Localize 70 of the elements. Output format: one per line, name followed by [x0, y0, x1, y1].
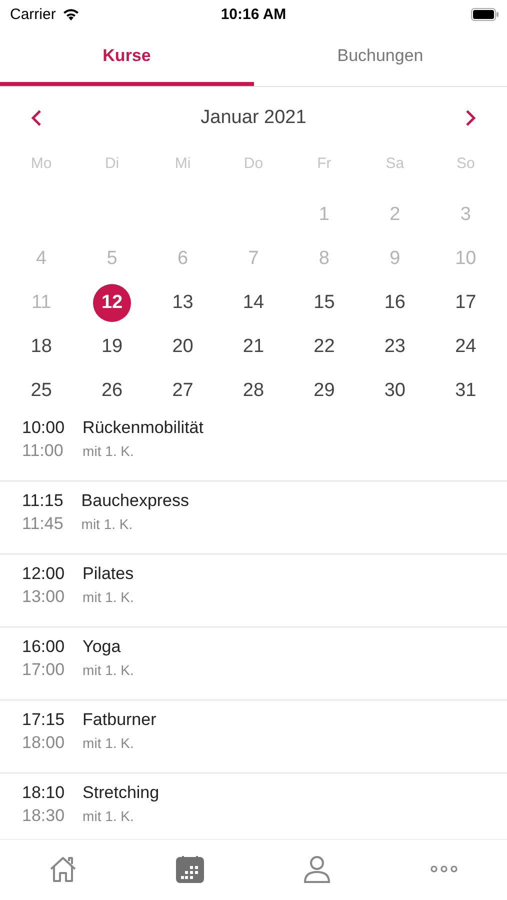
end-time: 17:00 [22, 660, 65, 680]
calendar-day[interactable]: 21 [234, 328, 272, 366]
start-time: 16:00 [22, 637, 65, 657]
calendar-day[interactable]: 31 [446, 372, 485, 410]
month-title: Januar 2021 [200, 107, 306, 129]
course-title: Bauchexpress [81, 491, 190, 511]
course-title: Stretching [82, 783, 160, 803]
segment-tab[interactable]: Kurse [0, 28, 254, 86]
start-time: 10:00 [22, 418, 65, 438]
calendar-day[interactable]: 23 [376, 328, 414, 366]
start-time: 18:10 [22, 783, 65, 803]
weekday-label: Sa [386, 154, 404, 172]
calendar-day[interactable]: 19 [93, 328, 132, 366]
course-title: Rückenmobilität [82, 418, 204, 438]
calendar-day[interactable]: 17 [446, 284, 485, 322]
calendar-day[interactable]: 28 [234, 372, 272, 410]
course-row[interactable]: 16:00 17:00 Yoga mit 1. K. [0, 628, 507, 701]
status-time: 10:16 AM [220, 6, 286, 22]
previous-month-icon[interactable] [30, 109, 42, 127]
weekday-label: Di [104, 154, 120, 172]
weekday-label: Fr [317, 154, 332, 172]
trainer-label: mit 1. K. [82, 808, 135, 824]
calendar-day[interactable]: 14 [234, 284, 272, 322]
battery-icon [471, 8, 499, 20]
next-month-icon[interactable] [465, 109, 477, 127]
calendar-day[interactable]: 20 [164, 328, 202, 366]
calendar-day[interactable]: 16 [376, 284, 414, 322]
start-time: 17:15 [22, 710, 65, 730]
trainer-label: mit 1. K. [82, 735, 135, 751]
calendar-day[interactable]: 26 [93, 372, 132, 410]
end-time: 11:45 [22, 514, 64, 534]
end-time: 11:00 [22, 441, 64, 461]
weekday-label: Do [244, 154, 264, 172]
end-time: 18:00 [22, 733, 65, 753]
calendar-day[interactable]: 27 [164, 372, 202, 410]
course-title: Pilates [82, 564, 134, 584]
calendar-day[interactable]: 18 [22, 328, 60, 366]
start-time: 12:00 [22, 564, 65, 584]
calendar-day[interactable]: 30 [376, 372, 414, 410]
course-title: Fatburner [82, 710, 156, 730]
person-icon[interactable] [302, 855, 331, 883]
calendar-day[interactable]: 22 [305, 328, 344, 366]
weekday-label: So [456, 154, 475, 172]
calendar-day[interactable]: 13 [164, 284, 202, 322]
course-row[interactable]: 11:15 11:45 Bauchexpress mit 1. K. [0, 482, 507, 555]
calendar-day[interactable]: 29 [305, 372, 344, 410]
wifi-icon [62, 8, 80, 20]
course-row[interactable]: 17:15 18:00 Fatburner mit 1. K. [0, 701, 507, 774]
end-time: 18:30 [22, 806, 65, 826]
trainer-label: mit 1. K. [81, 516, 134, 532]
trainer-label: mit 1. K. [82, 443, 135, 459]
start-time: 11:15 [22, 491, 64, 511]
calendar-icon[interactable] [176, 855, 204, 883]
course-row[interactable]: 12:00 13:00 Pilates mit 1. K. [0, 555, 507, 628]
trainer-label: mit 1. K. [82, 662, 134, 678]
home-icon[interactable] [48, 855, 78, 883]
trainer-label: mit 1. K. [82, 589, 134, 605]
calendar-day[interactable]: 24 [446, 328, 485, 366]
course-title: Yoga [82, 637, 122, 657]
carrier-label: Carrier [10, 6, 56, 22]
end-time: 13:00 [22, 587, 65, 607]
calendar-day[interactable]: 15 [305, 284, 344, 322]
more-icon[interactable] [430, 865, 458, 873]
calendar-day[interactable]: 12 [93, 284, 132, 322]
course-row[interactable]: 10:00 11:00 Rückenmobilität mit 1. K. [0, 409, 507, 482]
segment-tab[interactable]: Buchungen [254, 28, 507, 86]
weekday-label: Mi [174, 154, 191, 172]
course-row[interactable]: 18:10 18:30 Stretching mit 1. K. [0, 774, 507, 839]
weekday-label: Mo [30, 154, 52, 172]
calendar-day[interactable]: 25 [22, 372, 60, 410]
